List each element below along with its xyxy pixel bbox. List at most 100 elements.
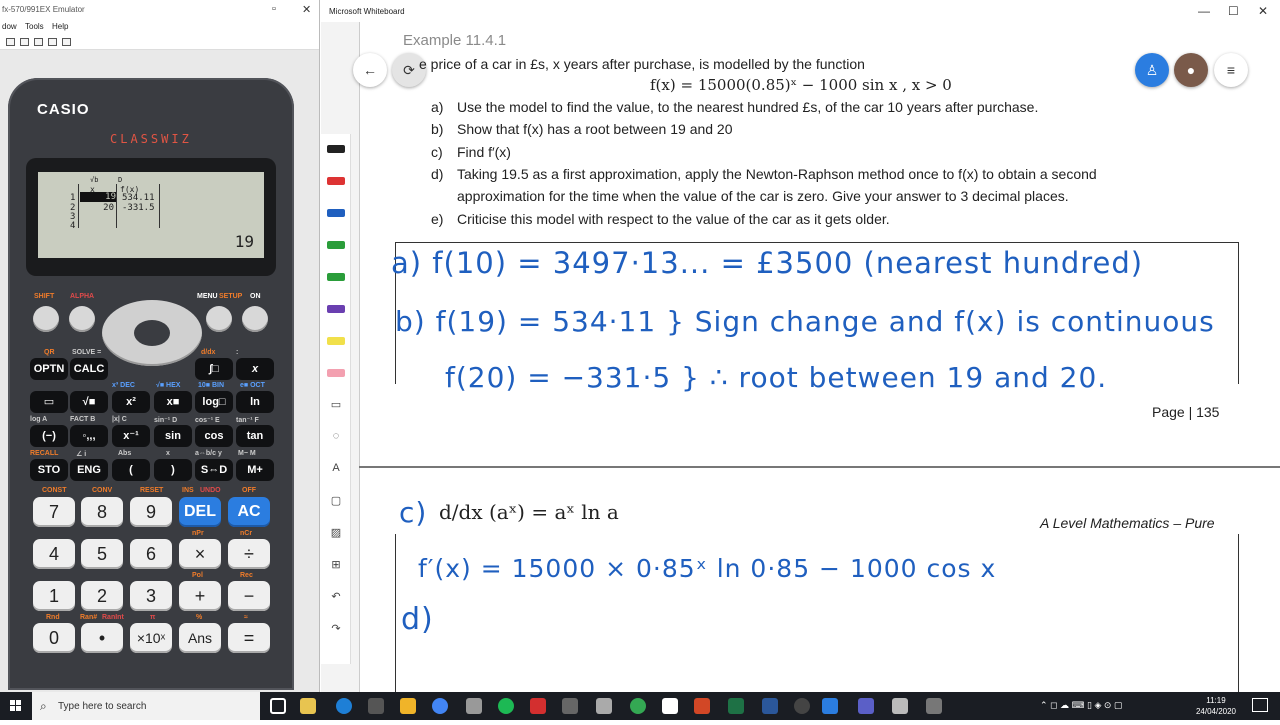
excel-icon[interactable] xyxy=(728,698,744,714)
taskbar-search[interactable]: ⌕ Type here to search xyxy=(32,692,260,720)
redo-icon[interactable]: ↷ xyxy=(325,622,347,636)
store-icon[interactable] xyxy=(368,698,384,714)
tan-button[interactable]: tan xyxy=(236,425,274,447)
restore-icon[interactable]: ▫ xyxy=(272,3,276,15)
pen-green-icon[interactable] xyxy=(325,238,347,252)
system-tray-icons[interactable]: ⌃ ◻ ☁ ⌨ ▯ ◈ ⊙ ▢ xyxy=(1040,700,1122,711)
security-icon[interactable] xyxy=(892,698,908,714)
word-icon[interactable] xyxy=(762,698,778,714)
menu-item-tools[interactable]: Tools xyxy=(25,22,44,31)
notifications-icon[interactable] xyxy=(1252,698,1268,712)
multiply-button[interactable]: × xyxy=(179,539,221,569)
app-icon[interactable] xyxy=(596,698,612,714)
exp10-button[interactable]: ×10ˣ xyxy=(130,623,172,653)
maximize-icon[interactable]: ☐ xyxy=(1228,4,1239,18)
settings-menu-icon[interactable]: ≡ xyxy=(1214,53,1248,87)
integral-button[interactable]: ∫□ xyxy=(195,358,233,380)
close-icon[interactable]: ✕ xyxy=(1258,4,1268,18)
sd-button[interactable]: S⇔D xyxy=(195,459,233,481)
digit-6-button[interactable]: 6 xyxy=(130,539,172,569)
insert-icon[interactable]: ⊞ xyxy=(325,558,347,572)
digit-1-button[interactable]: 1 xyxy=(33,581,75,611)
chrome-icon[interactable] xyxy=(432,698,448,714)
back-button[interactable]: ← xyxy=(353,53,387,87)
pen-blue-icon[interactable] xyxy=(325,206,347,220)
pen-purple-icon[interactable] xyxy=(325,302,347,316)
toolbar-icon[interactable] xyxy=(62,38,71,46)
whiteboard-icon[interactable] xyxy=(822,698,838,714)
xbox-icon[interactable] xyxy=(794,698,810,714)
chrome-profile-icon[interactable] xyxy=(630,698,646,714)
open-paren-button[interactable]: ( xyxy=(112,459,150,481)
ans-button[interactable]: Ans xyxy=(179,623,221,653)
eraser-icon[interactable] xyxy=(325,366,347,380)
menu-button[interactable] xyxy=(206,306,232,332)
close-paren-button[interactable]: ) xyxy=(154,459,192,481)
digit-8-button[interactable]: 8 xyxy=(81,497,123,527)
app-icon[interactable] xyxy=(926,698,942,714)
pen-black-icon[interactable] xyxy=(325,142,347,156)
power-button[interactable]: x■ xyxy=(154,391,192,413)
digit-7-button[interactable]: 7 xyxy=(33,497,75,527)
task-view-icon[interactable] xyxy=(270,698,286,714)
digit-4-button[interactable]: 4 xyxy=(33,539,75,569)
log-button[interactable]: log□ xyxy=(195,391,233,413)
shift-button[interactable] xyxy=(33,306,59,332)
toolbar-icon[interactable] xyxy=(48,38,57,46)
paint-icon[interactable] xyxy=(662,698,678,714)
start-button[interactable] xyxy=(0,692,32,720)
powerpoint-icon[interactable] xyxy=(694,698,710,714)
pen-red-icon[interactable] xyxy=(325,174,347,188)
optn-button[interactable]: OPTN xyxy=(30,358,68,380)
pen-green-icon[interactable] xyxy=(325,270,347,284)
note-icon[interactable]: ▢ xyxy=(325,494,347,508)
close-icon[interactable]: ✕ xyxy=(302,3,311,16)
highlighter-yellow-icon[interactable] xyxy=(325,334,347,348)
text-icon[interactable]: A xyxy=(325,462,347,476)
digit-2-button[interactable]: 2 xyxy=(81,581,123,611)
digit-5-button[interactable]: 5 xyxy=(81,539,123,569)
degree-button[interactable]: ◦,,, xyxy=(70,425,108,447)
minus-button[interactable]: − xyxy=(228,581,270,611)
equals-button[interactable]: = xyxy=(228,623,270,653)
mail-icon[interactable] xyxy=(400,698,416,714)
calculator-icon[interactable] xyxy=(562,698,578,714)
sto-button[interactable]: STO xyxy=(30,459,68,481)
system-clock[interactable]: 11:19 24/04/2020 xyxy=(1196,695,1236,717)
del-button[interactable]: DEL xyxy=(179,497,221,527)
on-button[interactable] xyxy=(242,306,268,332)
menu-item-window[interactable]: dow xyxy=(2,22,17,31)
lasso-icon[interactable]: ◌ xyxy=(325,430,347,444)
cos-button[interactable]: cos xyxy=(195,425,233,447)
m-plus-button[interactable]: M+ xyxy=(236,459,274,481)
app-icon[interactable] xyxy=(466,698,482,714)
variable-x-button[interactable]: x xyxy=(236,358,274,380)
negative-button[interactable]: (−) xyxy=(30,425,68,447)
ruler-icon[interactable]: ▭ xyxy=(325,398,347,412)
digit-0-button[interactable]: 0 xyxy=(33,623,75,653)
plus-button[interactable]: + xyxy=(179,581,221,611)
eng-button[interactable]: ENG xyxy=(70,459,108,481)
menu-item-help[interactable]: Help xyxy=(52,22,68,31)
digit-9-button[interactable]: 9 xyxy=(130,497,172,527)
ac-button[interactable]: AC xyxy=(228,497,270,527)
sin-button[interactable]: sin xyxy=(154,425,192,447)
digit-3-button[interactable]: 3 xyxy=(130,581,172,611)
spotify-icon[interactable] xyxy=(498,698,514,714)
inverse-button[interactable]: x⁻¹ xyxy=(112,425,150,447)
toolbar-icon[interactable] xyxy=(6,38,15,46)
replay-dpad[interactable] xyxy=(102,300,202,366)
alpha-button[interactable] xyxy=(69,306,95,332)
divide-button[interactable]: ÷ xyxy=(228,539,270,569)
ln-button[interactable]: ln xyxy=(236,391,274,413)
square-button[interactable]: x² xyxy=(112,391,150,413)
invite-person-icon[interactable]: ♙ xyxy=(1135,53,1169,87)
edge-icon[interactable] xyxy=(336,698,352,714)
fraction-button[interactable]: ▭ xyxy=(30,391,68,413)
toolbar-icon[interactable] xyxy=(20,38,29,46)
image-icon[interactable]: ▨ xyxy=(325,526,347,540)
acrobat-icon[interactable] xyxy=(530,698,546,714)
toolbar-icon[interactable] xyxy=(34,38,43,46)
avatar[interactable]: ● xyxy=(1174,53,1208,87)
calc-button[interactable]: CALC xyxy=(70,358,108,380)
